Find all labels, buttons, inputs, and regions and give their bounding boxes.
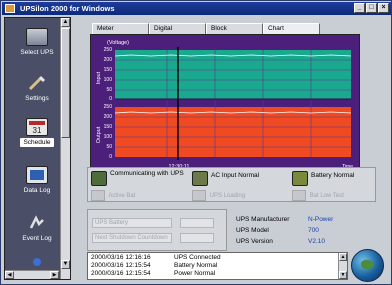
list-item: 2000/03/16 12:15:54 Battery Normal xyxy=(91,262,218,269)
y-tick-label: 200 xyxy=(104,57,113,63)
tab-block[interactable]: Block xyxy=(206,23,263,34)
scroll-down-arrow-icon[interactable]: ▼ xyxy=(61,260,70,269)
wave-icon xyxy=(192,190,206,201)
ups-manufacturer-value: N-Power xyxy=(308,216,334,223)
communication-icon xyxy=(91,171,107,186)
ac-input-status: AC Input Normal xyxy=(211,172,260,179)
sidebar-item-label: Select UPS xyxy=(20,49,54,56)
ups-loading-indicator: UPS Loading xyxy=(192,190,245,201)
plug-icon xyxy=(192,171,208,186)
sidebar-item-label: Event Log xyxy=(22,235,52,242)
battery-icon xyxy=(292,171,308,186)
test-icon xyxy=(292,190,306,201)
main-panel: Meter Digital Block Chart 250 200 150 10… xyxy=(74,17,390,283)
scroll-right-arrow-icon[interactable]: ▶ xyxy=(50,271,59,279)
tab-digital[interactable]: Digital xyxy=(149,23,206,34)
sidebar: Select UPS Settings 31 Schedule Data Log… xyxy=(4,17,71,280)
list-item: 2000/03/16 12:15:54 Power Normal xyxy=(91,270,216,277)
bat-low-test-indicator: Bat Low Test xyxy=(292,190,344,201)
tab-meter[interactable]: Meter xyxy=(92,23,149,34)
communication-status: Communicating with UPS xyxy=(110,170,184,177)
y-tick-label: 50 xyxy=(106,87,112,93)
scroll-up-arrow-icon[interactable]: ▲ xyxy=(61,18,70,27)
y-tick-label: 150 xyxy=(104,67,113,73)
ups-model-value: 700 xyxy=(308,227,319,234)
output-axis-label: Output xyxy=(96,126,102,143)
y-tick-label: 0 xyxy=(109,96,112,102)
scroll-down-arrow-icon[interactable]: ▼ xyxy=(339,271,347,279)
y-tick-label: 200 xyxy=(104,114,113,120)
y-tick-label: 150 xyxy=(104,124,113,130)
globe-icon xyxy=(351,249,384,282)
list-item: 2000/03/16 12:16:16 UPS Connected xyxy=(91,254,221,261)
window-title: UPSilon 2000 for Windows xyxy=(20,4,115,13)
calendar-icon: 31 xyxy=(26,118,48,136)
event-log-icon xyxy=(26,214,48,232)
ups-battery-value xyxy=(180,218,214,228)
chart-unit-label: (Voltage) xyxy=(107,40,129,46)
event-log-list[interactable]: 2000/03/16 12:16:16 UPS Connected 2000/03… xyxy=(87,252,348,280)
ups-version-value: V2.10 xyxy=(308,238,325,245)
ups-version-row: UPS Version V2.10 xyxy=(236,238,325,245)
active-bat-indicator: Active Bat xyxy=(91,190,161,201)
shutdown-countdown-value xyxy=(180,233,214,243)
scrollbar-thumb[interactable] xyxy=(61,28,70,138)
title-bar: UPSilon 2000 for Windows _ □ × xyxy=(2,2,391,15)
more-items-icon xyxy=(33,258,41,266)
tab-chart[interactable]: Chart xyxy=(263,23,320,34)
shutdown-panel: UPS Battery Next Shutdown Countdown xyxy=(87,209,227,251)
shutdown-countdown-field: Next Shutdown Countdown xyxy=(92,233,172,243)
status-panel: Communicating with UPS AC Input Normal B… xyxy=(87,167,376,202)
ups-info-panel: UPS Manufacturer N-Power UPS Model 700 U… xyxy=(232,216,377,250)
window-controls: _ □ × xyxy=(354,3,389,13)
sidebar-horizontal-scrollbar[interactable]: ◀ ▶ xyxy=(5,270,59,279)
app-window: UPSilon 2000 for Windows _ □ × Select UP… xyxy=(0,0,392,285)
voltage-chart: 250 200 150 100 50 0 250 200 150 100 50 … xyxy=(90,34,360,174)
battery-icon xyxy=(91,190,105,201)
maximize-button[interactable]: □ xyxy=(366,3,377,13)
sidebar-item-label: Schedule xyxy=(20,138,54,147)
y-tick-label: 0 xyxy=(109,154,112,160)
tools-icon xyxy=(26,74,48,92)
battery-status: Battery Normal xyxy=(311,172,355,179)
y-tick-label: 100 xyxy=(104,134,113,140)
ups-manufacturer-row: UPS Manufacturer N-Power xyxy=(236,216,334,223)
close-button[interactable]: × xyxy=(378,3,389,13)
scroll-left-arrow-icon[interactable]: ◀ xyxy=(5,271,14,279)
y-tick-label: 250 xyxy=(104,104,113,110)
app-icon xyxy=(5,4,15,13)
y-tick-label: 50 xyxy=(106,144,112,150)
data-log-icon xyxy=(26,166,48,184)
ups-battery-field: UPS Battery xyxy=(92,218,172,228)
y-tick-label: 250 xyxy=(104,47,113,53)
sidebar-vertical-scrollbar[interactable]: ▲ ▼ xyxy=(60,18,70,279)
minimize-button[interactable]: _ xyxy=(354,3,365,13)
svg-text:31: 31 xyxy=(33,126,42,135)
view-tabs: Meter Digital Block Chart xyxy=(92,23,320,34)
sidebar-item-label: Data Log xyxy=(23,187,51,194)
sidebar-item-label: Settings xyxy=(25,95,49,102)
ups-model-row: UPS Model 700 xyxy=(236,227,319,234)
input-axis-label: Input xyxy=(96,71,102,84)
scroll-up-arrow-icon[interactable]: ▲ xyxy=(339,253,347,261)
y-tick-label: 100 xyxy=(104,77,113,83)
event-log-scrollbar[interactable]: ▲ ▼ xyxy=(338,253,347,279)
ups-icon xyxy=(26,28,48,46)
